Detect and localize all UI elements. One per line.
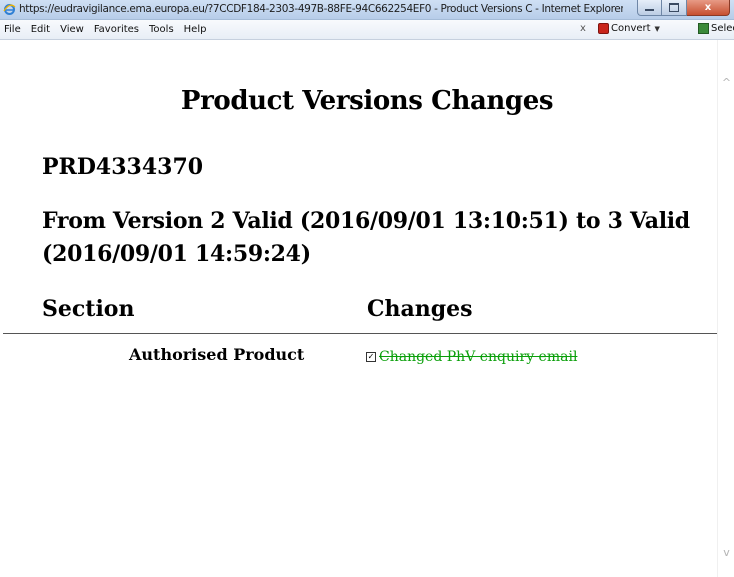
- internet-explorer-icon: [3, 4, 16, 15]
- toolbar-close-icon[interactable]: x: [580, 23, 586, 34]
- pdf-convert-icon: [598, 23, 609, 34]
- page-content: Product Versions Changes PRD4334370 From…: [0, 40, 734, 577]
- convert-label: Convert: [611, 23, 651, 34]
- menu-view[interactable]: View: [60, 24, 84, 35]
- menu-tools[interactable]: Tools: [149, 24, 174, 35]
- select-label: Select: [711, 23, 734, 34]
- minimize-button[interactable]: [637, 0, 662, 16]
- window-controls: x: [637, 0, 730, 18]
- vertical-scrollbar[interactable]: ^ v: [717, 40, 734, 577]
- close-button[interactable]: x: [687, 0, 730, 16]
- menu-help[interactable]: Help: [184, 24, 207, 35]
- product-id: PRD4334370: [42, 154, 204, 180]
- maximize-button[interactable]: [662, 0, 687, 16]
- convert-button[interactable]: Convert ▼: [598, 23, 660, 34]
- menu-favorites[interactable]: Favorites: [94, 24, 139, 35]
- menu-items: File Edit View Favorites Tools Help: [4, 24, 216, 35]
- section-name: Authorised Product: [129, 345, 305, 364]
- change-text: Changed PhV enquiry email: [379, 349, 578, 365]
- menu-file[interactable]: File: [4, 24, 21, 35]
- header-divider: [3, 333, 719, 334]
- menu-bar: File Edit View Favorites Tools Help x Co…: [0, 20, 734, 40]
- chevron-down-icon[interactable]: ▼: [655, 25, 660, 33]
- change-checkbox[interactable]: ✓: [366, 352, 376, 362]
- title-bar[interactable]: https://eudravigilance.ema.europa.eu/?7C…: [0, 0, 734, 20]
- select-icon: [698, 23, 709, 34]
- browser-window: https://eudravigilance.ema.europa.eu/?7C…: [0, 0, 734, 577]
- version-range: From Version 2 Valid (2016/09/01 13:10:5…: [42, 208, 690, 267]
- section-column-header: Section: [42, 296, 135, 322]
- menu-edit[interactable]: Edit: [31, 24, 50, 35]
- window-title: https://eudravigilance.ema.europa.eu/?7C…: [19, 3, 623, 15]
- close-icon: x: [704, 1, 712, 13]
- select-button[interactable]: Select: [698, 23, 734, 34]
- changes-column-header: Changes: [367, 296, 473, 322]
- scroll-down-icon[interactable]: v: [721, 547, 732, 558]
- change-item: ✓ Changed PhV enquiry email: [366, 349, 577, 365]
- page-title: Product Versions Changes: [180, 86, 554, 116]
- scroll-up-icon[interactable]: ^: [721, 77, 732, 88]
- maximize-icon: [669, 3, 679, 12]
- minimize-icon: [645, 8, 654, 11]
